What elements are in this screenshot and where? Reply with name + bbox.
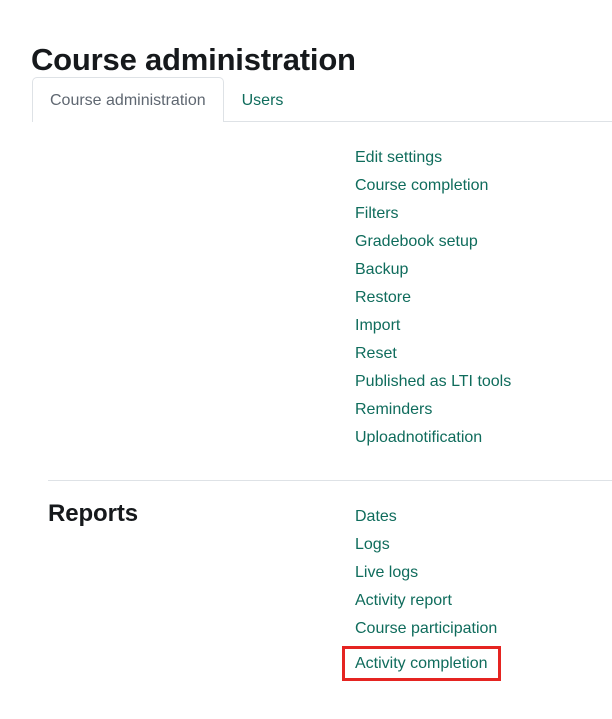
page-root: Course administration Course administrat…: [0, 0, 612, 719]
tab-users[interactable]: Users: [224, 77, 302, 122]
admin-content: Edit settings Course completion Filters …: [0, 122, 612, 681]
section-course-administration: Edit settings Course completion Filters …: [0, 122, 612, 452]
tab-bar: Course administration Users: [0, 77, 612, 123]
menu-list-course-administration: Edit settings Course completion Filters …: [355, 122, 612, 452]
section-heading-wrap-course-administration: [0, 122, 355, 140]
menu-item-activity-report[interactable]: Activity report: [355, 587, 606, 615]
section-heading-wrap-reports: Reports: [0, 481, 355, 529]
menu-item-reminders[interactable]: Reminders: [355, 396, 606, 424]
menu-item-edit-settings[interactable]: Edit settings: [355, 144, 606, 172]
menu-item-reset[interactable]: Reset: [355, 340, 606, 368]
menu-item-backup[interactable]: Backup: [355, 256, 606, 284]
menu-item-restore[interactable]: Restore: [355, 284, 606, 312]
menu-item-activity-completion[interactable]: Activity completion: [342, 646, 501, 681]
menu-item-published-as-lti-tools[interactable]: Published as LTI tools: [355, 368, 606, 396]
tab-list: Course administration Users: [32, 77, 302, 123]
menu-item-gradebook-setup[interactable]: Gradebook setup: [355, 228, 606, 256]
page-title: Course administration: [31, 41, 356, 77]
section-reports: Reports Dates Logs Live logs Activity re…: [0, 481, 612, 681]
menu-item-import[interactable]: Import: [355, 312, 606, 340]
menu-list-reports: Dates Logs Live logs Activity report Cou…: [342, 481, 612, 681]
menu-item-dates[interactable]: Dates: [355, 503, 606, 531]
menu-item-live-logs[interactable]: Live logs: [355, 559, 606, 587]
section-heading-reports: Reports: [48, 500, 138, 527]
menu-item-course-completion[interactable]: Course completion: [355, 172, 606, 200]
menu-item-filters[interactable]: Filters: [355, 200, 606, 228]
tab-course-administration[interactable]: Course administration: [32, 77, 224, 123]
menu-item-uploadnotification[interactable]: Uploadnotification: [355, 424, 606, 452]
menu-item-course-participation[interactable]: Course participation: [355, 615, 606, 643]
menu-item-logs[interactable]: Logs: [355, 531, 606, 559]
